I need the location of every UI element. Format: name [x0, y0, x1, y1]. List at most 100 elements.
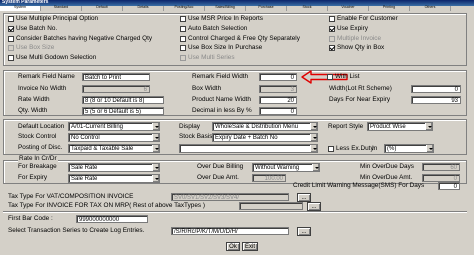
stock-basis-label: Stock Basis [179, 133, 213, 140]
decimal-less-input[interactable]: 0 [259, 107, 297, 115]
box-width-label: Box Width [192, 85, 222, 92]
tab-others[interactable]: Others [410, 5, 451, 11]
checkbox-box[interactable] [180, 36, 186, 43]
chevron-down-icon[interactable] [152, 134, 159, 141]
tab-stock[interactable]: Stock [287, 5, 328, 11]
checkbox-box[interactable] [8, 16, 14, 23]
chevron-down-icon[interactable] [310, 134, 317, 141]
chevron-down-icon[interactable] [310, 123, 317, 130]
less-ex-duty-checkbox[interactable]: Less Ex.Duty [328, 145, 374, 153]
chevron-down-icon[interactable] [312, 164, 319, 171]
min-overdue-amt-input[interactable]: 0 [422, 174, 460, 182]
over-due-amt-input[interactable]: 100.00 [252, 174, 286, 182]
invoice-no-width-input[interactable]: 6 [82, 85, 150, 93]
product-name-width-input[interactable]: 20 [259, 96, 297, 104]
use-batch-no-checkbox[interactable]: Use Batch No. [8, 25, 57, 33]
checkbox-box[interactable] [328, 146, 334, 153]
checkbox-box[interactable] [329, 26, 335, 33]
days-near-expiry-label: Days For Near Expiry [329, 96, 391, 103]
checkbox-box[interactable] [8, 55, 14, 62]
tax-type-mrp-label: Tax Type For INVOICE FOR TAX ON MRP( Res… [8, 202, 205, 209]
qty-width-input[interactable]: 5 (5 or 6 Default is 5) [82, 107, 164, 115]
checkbox-box[interactable] [8, 36, 14, 43]
remark-field-width-input[interactable]: 0 [259, 73, 297, 81]
chevron-down-icon[interactable] [152, 164, 159, 171]
show-qty-in-box-checkbox[interactable]: Show Qty in Box [329, 44, 384, 52]
remark-field-width-label: Remark Field Width [192, 73, 249, 80]
posting-of-disc-secondary-select[interactable] [179, 144, 318, 153]
use-multi-series-checkbox[interactable]: Use Multi Series [180, 54, 235, 62]
tab-purchase[interactable]: Purchase [246, 5, 287, 11]
control-charged-free-checkbox[interactable]: Control Charged & Free Qty Separately [180, 35, 300, 43]
chevron-down-icon[interactable] [426, 145, 433, 152]
credit-limit-warning-input[interactable]: 0 [438, 182, 460, 190]
rate-cr-dr-group-title: Rate In Cr/Dr [18, 155, 58, 163]
checkbox-box[interactable] [180, 55, 186, 62]
checkbox-box[interactable] [180, 26, 186, 33]
for-breakage-label: For Breakage [18, 163, 57, 170]
tab-details[interactable]: Details [123, 5, 164, 11]
tab-voucher[interactable]: Voucher [328, 5, 369, 11]
tax-type-vat-input[interactable]: SV0/SV1/SV2/SV3/SV4/ [171, 193, 289, 201]
chevron-down-icon[interactable] [152, 145, 159, 152]
default-location-select[interactable]: A/01-Current Billing [68, 122, 160, 131]
for-expiry-select[interactable]: Sale Rate [68, 174, 160, 183]
chevron-down-icon[interactable] [152, 123, 159, 130]
tab-printing[interactable]: Printing [369, 5, 410, 11]
box-width-input[interactable]: 3 [259, 85, 297, 93]
checkbox-box[interactable] [8, 45, 14, 52]
report-style-select[interactable]: Product Wise [367, 122, 433, 131]
enable-for-customer-checkbox[interactable]: Enable For Customer [329, 15, 398, 23]
checkbox-box[interactable] [180, 16, 186, 23]
min-overdue-days-input[interactable]: 60 [422, 163, 460, 171]
box-size-purchase-checkbox[interactable]: Use Box Size In Purchase [180, 44, 262, 52]
tax-type-mrp-browse-button[interactable]: ... [307, 202, 321, 211]
in-percent-select[interactable]: (%) [384, 144, 434, 153]
chevron-down-icon[interactable] [425, 123, 432, 130]
chevron-down-icon[interactable] [152, 175, 159, 182]
use-multi-godown-checkbox[interactable]: Use Multi Godown Selection [8, 54, 96, 62]
over-due-billing-select[interactable]: Without Warning [252, 163, 320, 172]
checkbox-box[interactable] [329, 36, 335, 43]
tax-type-vat-browse-button[interactable]: ... [297, 193, 311, 202]
chevron-down-icon[interactable] [310, 145, 317, 152]
checkbox-box[interactable] [327, 74, 333, 81]
use-box-size-checkbox[interactable]: Use Box Size [8, 44, 54, 52]
log-series-input[interactable]: /S/R/Rc/P/K/T/M/U/D/H/ [171, 227, 289, 235]
min-overdue-days-label: Min OverDue Days [360, 163, 414, 170]
exit-button[interactable]: Exit [242, 242, 258, 251]
remark-field-name-label: Remark Field Name [18, 73, 75, 80]
multiple-invoice-checkbox[interactable]: Multiple Invoice [329, 35, 381, 43]
days-near-expiry-input[interactable]: 93 [411, 96, 461, 104]
tax-type-mrp-input[interactable] [239, 202, 303, 210]
tab-system[interactable]: System [0, 5, 41, 11]
checkbox-box[interactable] [8, 26, 14, 33]
tab-sales-billing[interactable]: Sales/Billing [205, 5, 246, 11]
auto-batch-selection-checkbox[interactable]: Auto Batch Selection [180, 25, 247, 33]
log-series-browse-button[interactable]: ... [297, 227, 311, 236]
tab-default[interactable]: Default [82, 5, 123, 11]
width-lot-input[interactable]: 0 [411, 85, 461, 93]
remark-field-name-input[interactable]: Batch to Print [82, 73, 150, 81]
divider [3, 211, 467, 212]
ok-button[interactable]: Ok [226, 242, 240, 251]
use-multiple-principal-checkbox[interactable]: Use Multiple Principal Option [8, 15, 98, 23]
checkbox-box[interactable] [329, 16, 335, 23]
display-select[interactable]: WholeSale & Distribution Menu [212, 122, 318, 131]
stock-control-select[interactable]: No Control [68, 133, 160, 142]
posting-of-disc-select[interactable]: Taxpaid & Taxable Sale [68, 144, 160, 153]
tab-standard[interactable]: Standard [41, 5, 82, 11]
for-breakage-select[interactable]: Sale Rate [68, 163, 160, 172]
use-expiry-checkbox[interactable]: Use Expiry [329, 25, 368, 33]
checkbox-box[interactable] [329, 45, 335, 52]
over-due-billing-label: Over Due Billing [197, 163, 244, 170]
stock-basis-select[interactable]: Expiry Date + Batch No [212, 133, 318, 142]
with-list-checkbox[interactable]: With List [327, 73, 360, 81]
use-msr-price-checkbox[interactable]: Use MSR Price In Reports [180, 15, 263, 23]
consider-negative-batches-checkbox[interactable]: Consider Batches having Negative Charged… [8, 35, 152, 43]
rate-width-input[interactable]: 8 (8 or 10 Default is 8) [82, 96, 164, 104]
first-bar-code-input[interactable]: 999000000000 [76, 215, 148, 223]
tab-posting-acc[interactable]: Posting/Acc [164, 5, 205, 11]
checkbox-box[interactable] [180, 45, 186, 52]
first-bar-code-label: First Bar Code : [8, 215, 53, 222]
